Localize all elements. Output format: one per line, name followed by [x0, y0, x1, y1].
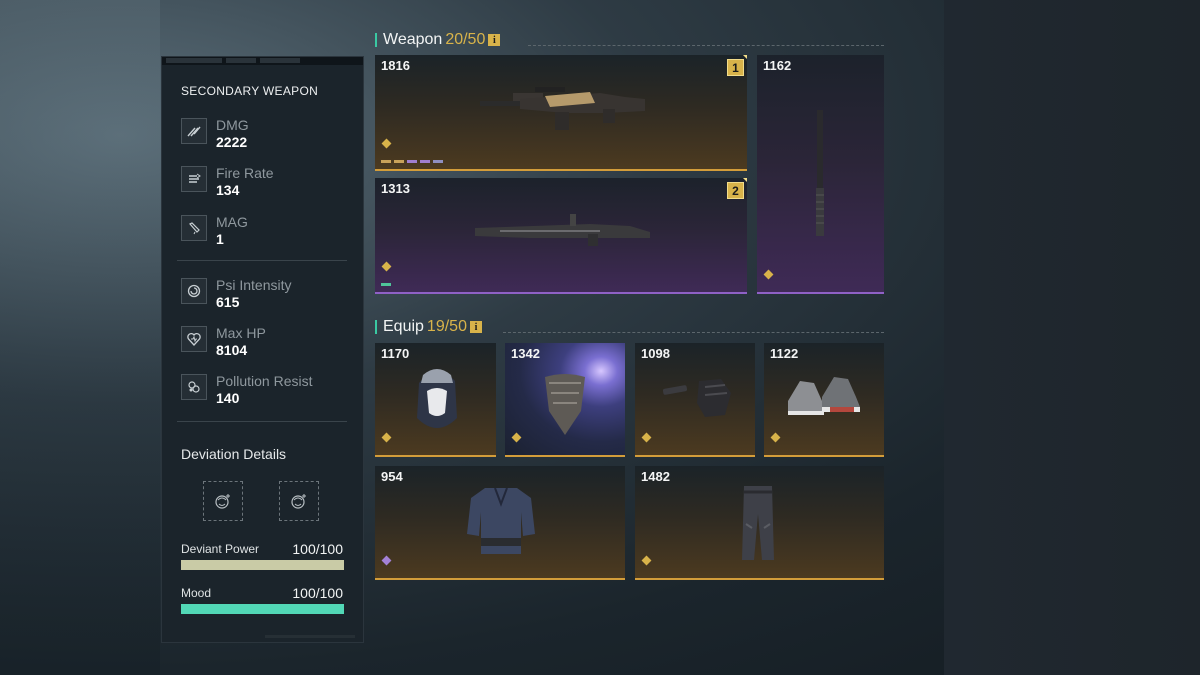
item-power: 1098 — [641, 346, 670, 361]
section-tick — [375, 33, 377, 47]
stat-label: Fire Rate — [216, 165, 274, 181]
slot-badge: 2 — [727, 182, 744, 199]
mood-bar — [181, 604, 344, 614]
item-power: 1170 — [381, 346, 410, 361]
item-power: 1162 — [763, 58, 792, 73]
equip-count: 19/50 — [426, 318, 467, 335]
info-icon[interactable]: i — [488, 34, 501, 46]
item-power: 1313 — [381, 181, 410, 196]
equip-section-label: Equip — [383, 318, 424, 335]
rarity-diamond-icon — [511, 432, 522, 443]
rarity-diamond-icon — [641, 555, 652, 566]
panel-watermark — [265, 635, 355, 638]
weapon-section-label: Weapon — [383, 31, 443, 48]
section-divider — [503, 332, 884, 333]
stat-label: MAG — [216, 214, 248, 230]
stat-label: DMG — [216, 117, 249, 133]
deviant-power-label: Deviant Power — [181, 542, 260, 556]
deviation-details-title: Deviation Details — [181, 446, 287, 462]
equip-section-header: Equip 19/50 i — [375, 318, 482, 336]
stat-fire-rate: Fire Rate 134 — [181, 165, 274, 199]
stat-value: 1 — [216, 231, 224, 247]
rarity-diamond-icon — [381, 138, 392, 149]
info-panel-topbar — [162, 57, 363, 65]
weapon-count: 20/50 — [445, 31, 486, 48]
equip-card-pants[interactable]: 1482 — [635, 466, 884, 580]
weapon-card-secondary[interactable]: 1313 2 — [375, 178, 747, 294]
item-power: 1122 — [770, 346, 799, 361]
item-power: 1342 — [511, 346, 540, 361]
weapon-card-primary[interactable]: 1816 1 — [375, 55, 747, 171]
info-icon[interactable]: i — [469, 321, 482, 333]
face-mask-icon — [545, 374, 585, 435]
rarity-diamond-icon — [381, 432, 392, 443]
stat-value: 8104 — [216, 342, 248, 358]
rarity-diamond-icon — [381, 555, 392, 566]
rarity-diamond-icon — [770, 432, 781, 443]
weapon-card-melee[interactable]: 1162 — [757, 55, 884, 294]
stat-label: Pollution Resist — [216, 373, 313, 389]
deviant-power-bar-fill — [181, 560, 344, 570]
deviant-power-bar — [181, 560, 344, 570]
gloves-icon — [662, 379, 731, 417]
weapon-info-panel: SECONDARY WEAPON DMG 2222 Fire Rate 134 … — [161, 56, 364, 643]
background-shade-left — [0, 0, 160, 675]
jacket-icon — [467, 487, 535, 554]
deviant-slot-2-icon[interactable] — [279, 481, 319, 521]
stat-mag: MAG 1 — [181, 214, 248, 248]
item-power: 1816 — [381, 58, 410, 73]
damage-icon — [181, 118, 207, 144]
deviant-power-value: 100/100 — [292, 541, 343, 557]
stat-value: 2222 — [216, 134, 248, 150]
stat-psi-intensity: Psi Intensity 615 — [181, 277, 291, 311]
divider — [177, 260, 347, 261]
mood-bar-fill — [181, 604, 344, 614]
stat-pollution-resist: Pollution Resist 140 — [181, 373, 313, 407]
background-shade-right — [944, 0, 1200, 675]
rarity-diamond-icon — [763, 269, 774, 280]
mood-value: 100/100 — [292, 585, 343, 601]
stat-max-hp: Max HP 8104 — [181, 325, 266, 359]
stat-value: 140 — [216, 390, 240, 406]
section-divider — [528, 45, 884, 46]
stat-value: 615 — [216, 294, 240, 310]
stat-dmg: DMG 2222 — [181, 117, 249, 151]
heart-icon — [181, 326, 207, 352]
item-power: 954 — [381, 469, 403, 484]
upgrade-pips — [381, 283, 391, 286]
psi-intensity-icon — [181, 278, 207, 304]
slot-badge: 1 — [727, 59, 744, 76]
pollution-resist-icon — [181, 374, 207, 400]
crossbow-icon — [475, 214, 650, 246]
deviant-slot-1-icon[interactable] — [203, 481, 243, 521]
magazine-icon — [181, 215, 207, 241]
equip-card-gloves[interactable]: 1098 — [635, 343, 755, 457]
rarity-diamond-icon — [641, 432, 652, 443]
mood-label: Mood — [181, 586, 212, 600]
rarity-diamond-icon — [381, 261, 392, 272]
hooded-cap-icon — [417, 369, 457, 428]
equip-card-armor[interactable]: 954 — [375, 466, 625, 580]
weapon-section-header: Weapon 20/50 i — [375, 31, 501, 49]
melee-baton-icon — [816, 110, 824, 236]
section-tick — [375, 320, 377, 334]
upgrade-pips — [381, 160, 443, 163]
divider — [177, 421, 347, 422]
fire-rate-icon — [181, 166, 207, 192]
sneakers-icon — [788, 377, 860, 415]
stat-label: Psi Intensity — [216, 277, 292, 293]
equip-card-helmet[interactable]: 1170 — [375, 343, 496, 457]
stat-value: 134 — [216, 182, 240, 198]
item-power: 1482 — [641, 469, 670, 484]
pants-icon — [742, 486, 774, 560]
panel-title: SECONDARY WEAPON — [181, 84, 319, 98]
equip-card-mask[interactable]: 1342 — [505, 343, 625, 457]
assault-rifle-icon — [480, 87, 645, 130]
equip-card-boots[interactable]: 1122 — [764, 343, 884, 457]
stat-label: Max HP — [216, 325, 266, 341]
